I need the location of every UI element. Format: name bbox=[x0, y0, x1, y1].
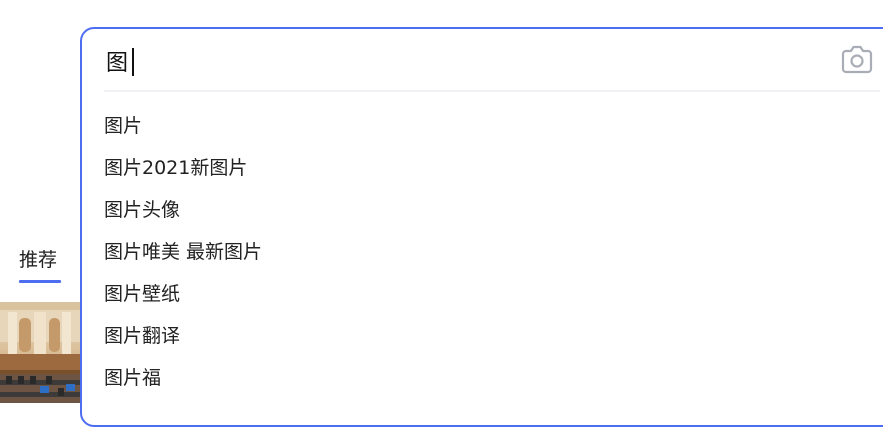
suggestion-item[interactable]: 图片福 bbox=[104, 357, 262, 399]
camera-icon bbox=[841, 45, 873, 74]
input-divider bbox=[104, 90, 880, 92]
tab-recommend[interactable]: 推荐 bbox=[19, 246, 61, 284]
image-search-button[interactable] bbox=[840, 44, 874, 76]
hall-photo-illustration bbox=[0, 302, 84, 403]
tab-recommend-label: 推荐 bbox=[19, 249, 58, 271]
suggestion-list: 图片 图片2021新图片 图片头像 图片唯美 最新图片 图片壁纸 图片翻译 图片… bbox=[104, 105, 262, 399]
suggestion-item[interactable]: 图片头像 bbox=[104, 189, 262, 231]
feed-thumbnail-image[interactable] bbox=[0, 302, 84, 403]
search-input[interactable] bbox=[106, 43, 806, 79]
text-caret bbox=[132, 48, 134, 76]
suggestion-item[interactable]: 图片2021新图片 bbox=[104, 147, 262, 189]
suggestion-item[interactable]: 图片翻译 bbox=[104, 315, 262, 357]
tab-active-underline bbox=[19, 280, 61, 283]
suggestion-item[interactable]: 图片唯美 最新图片 bbox=[104, 231, 262, 273]
suggestion-item[interactable]: 图片 bbox=[104, 105, 262, 147]
suggestion-item[interactable]: 图片壁纸 bbox=[104, 273, 262, 315]
